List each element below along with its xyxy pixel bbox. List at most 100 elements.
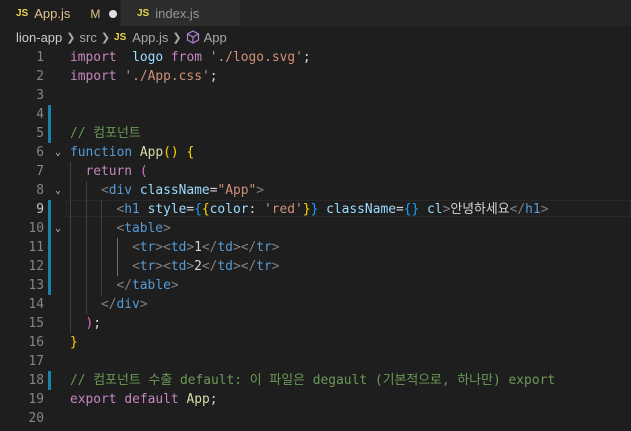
code-token: className — [326, 202, 396, 217]
breadcrumb-folder[interactable]: src — [79, 30, 96, 45]
line-number: 18 — [28, 373, 44, 388]
code-text[interactable]: </table> — [117, 276, 179, 295]
line-number: 1 — [36, 50, 44, 65]
code-token: </ — [201, 240, 218, 255]
tab-app-js[interactable]: JS App.js M — [0, 0, 120, 26]
code-token: table — [132, 278, 171, 293]
code-token: 1 — [194, 240, 202, 255]
breadcrumb-project[interactable]: lion-app — [16, 30, 62, 45]
line-number: 16 — [28, 335, 44, 350]
code-token: // 컴포넌트 수출 default: 이 파일은 degault (기본적으로… — [70, 373, 556, 388]
code-line[interactable]: 20 — [0, 409, 631, 428]
code-token: default — [124, 392, 179, 407]
code-token: './logo.svg' — [209, 50, 303, 65]
code-text[interactable]: import './App.css'; — [70, 67, 217, 86]
indent-guide — [70, 238, 71, 257]
code-token: < — [132, 240, 140, 255]
code-token: color — [209, 202, 249, 217]
code-text[interactable]: import logo from './logo.svg'; — [70, 48, 311, 67]
code-token: >< — [155, 259, 171, 274]
indent-guide — [85, 219, 87, 238]
code-text[interactable]: // 컴포넌트 — [70, 124, 141, 143]
indent-guide — [101, 219, 102, 238]
code-line[interactable]: 2 import './App.css'; — [0, 67, 631, 86]
tab-index-js[interactable]: JS index.js — [120, 0, 240, 26]
code-line[interactable]: 5 // 컴포넌트 — [0, 124, 631, 143]
code-text[interactable]: <div className="App"> — [101, 181, 264, 200]
code-line[interactable]: 8 ⌄ <div className="App"> — [0, 181, 631, 200]
fold-chevron-icon[interactable]: ⌄ — [52, 143, 64, 162]
modified-line-gutter-marker[interactable] — [48, 238, 51, 257]
code-text[interactable]: <table> — [117, 219, 171, 238]
code-token: > — [170, 278, 179, 293]
code-line[interactable]: 16} — [0, 333, 631, 352]
code-text[interactable]: function App() { — [70, 143, 194, 162]
indent-guide — [85, 238, 87, 257]
breadcrumb-file[interactable]: App.js — [132, 30, 168, 45]
tab-label: index.js — [155, 5, 200, 21]
code-line[interactable]: 18 // 컴포넌트 수출 default: 이 파일은 degault (기본적… — [0, 371, 631, 390]
modified-line-gutter-marker[interactable] — [48, 124, 51, 143]
code-line[interactable]: 13 </table> — [0, 276, 631, 295]
code-line[interactable]: 7 return ( — [0, 162, 631, 181]
modified-line-gutter-marker[interactable] — [48, 105, 51, 124]
code-text[interactable]: // 컴포넌트 수출 default: 이 파일은 degault (기본적으로… — [70, 371, 555, 390]
code-line[interactable]: 6 ⌄ function App() { — [0, 143, 631, 162]
code-token: import — [70, 50, 117, 65]
code-token: { — [194, 202, 202, 217]
breadcrumb-symbol[interactable]: App — [204, 30, 227, 45]
indent-guide — [70, 257, 71, 276]
code-line[interactable]: 12 <tr><td>2</td></tr> — [0, 257, 631, 276]
indent-guide — [70, 314, 71, 333]
code-line[interactable]: 3 — [0, 86, 631, 105]
fold-chevron-icon[interactable]: ⌄ — [52, 219, 64, 238]
code-token: : — [248, 202, 265, 217]
code-line[interactable]: 9 <h1 style={{color: 'red'}} className={}… — [0, 200, 631, 219]
fold-chevron-icon[interactable]: ⌄ — [52, 181, 64, 200]
code-token: </ — [201, 259, 218, 274]
code-token: function — [70, 145, 133, 160]
code-text[interactable]: } — [70, 333, 78, 352]
code-text[interactable]: return ( — [86, 162, 148, 181]
code-editor[interactable]: 1 import logo from './logo.svg'; 2 import '… — [0, 48, 631, 431]
code-token: tr — [256, 259, 272, 274]
code-line[interactable]: 11 <tr><td>1</td></tr> — [0, 238, 631, 257]
modified-line-gutter-marker[interactable] — [48, 257, 51, 276]
indent-guide — [70, 219, 71, 238]
code-text[interactable]: <tr><td>1</td></tr> — [132, 238, 280, 257]
modified-line-gutter-marker[interactable] — [48, 200, 51, 219]
code-line[interactable]: 19 export default App; — [0, 390, 631, 409]
line-number: 2 — [36, 69, 44, 84]
code-line[interactable]: 15); — [0, 314, 631, 333]
line-number: 3 — [36, 88, 44, 103]
code-text[interactable]: ); — [86, 314, 102, 333]
code-token: 'red' — [264, 202, 303, 217]
code-token: tr — [256, 240, 272, 255]
unsaved-dot-icon[interactable] — [109, 9, 118, 18]
code-text[interactable]: <h1 style={{color: 'red'}} className={} … — [117, 200, 549, 219]
tab-label: App.js — [34, 6, 71, 21]
code-token: > — [256, 183, 265, 198]
code-line[interactable]: 17 — [0, 352, 631, 371]
code-text[interactable]: </div> — [101, 295, 148, 314]
code-line[interactable]: 4 — [0, 105, 631, 124]
code-line[interactable]: 14 </div> — [0, 295, 631, 314]
code-token: = — [395, 202, 404, 217]
code-line[interactable]: 1 import logo from './logo.svg'; — [0, 48, 631, 67]
modified-line-gutter-marker[interactable] — [48, 371, 51, 390]
code-line[interactable]: 10 ⌄ <table> — [0, 219, 631, 238]
code-token: > — [186, 240, 195, 255]
code-token: td — [217, 240, 233, 255]
code-token: > — [540, 202, 549, 217]
code-text[interactable]: export default App; — [70, 390, 218, 409]
code-token: > — [186, 259, 195, 274]
modified-line-gutter-marker[interactable] — [48, 219, 51, 238]
modified-line-gutter-marker[interactable] — [48, 276, 51, 295]
code-text[interactable]: <tr><td>2</td></tr> — [132, 257, 280, 276]
code-token: td — [170, 240, 187, 255]
code-token: { — [201, 202, 210, 217]
